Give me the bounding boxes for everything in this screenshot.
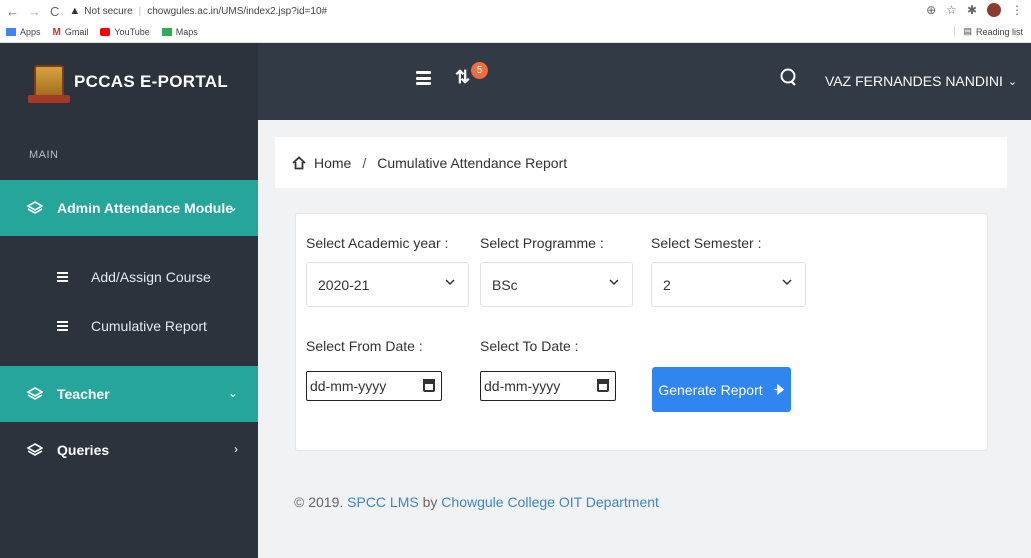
bookmark-maps[interactable]: Maps	[161, 27, 198, 37]
programme-label: Select Programme :	[480, 235, 604, 251]
calendar-icon[interactable]	[597, 379, 609, 392]
youtube-icon	[100, 28, 111, 36]
semester-value: 2	[663, 276, 671, 293]
home-icon	[292, 155, 306, 169]
profile-avatar[interactable]	[987, 3, 1001, 17]
browser-nav: ← → C	[0, 4, 59, 19]
sidebar-item-queries[interactable]: Queries ›	[0, 422, 258, 478]
sidebar-item-label: Queries	[57, 442, 110, 458]
forward-icon[interactable]: →	[28, 4, 41, 19]
chevron-down-icon	[445, 279, 455, 286]
chevron-down-icon: ⌄	[227, 386, 238, 400]
brand-title: PCCAS E-PORTAL	[74, 71, 229, 91]
college-logo	[28, 64, 70, 103]
generate-report-label: Generate Report	[658, 381, 763, 398]
apps-icon	[6, 28, 16, 36]
footer-by: by	[418, 494, 442, 510]
breadcrumb-current: Cumulative Attendance Report	[377, 154, 568, 171]
menu-icon[interactable]: ⋮	[1011, 3, 1023, 17]
semester-select[interactable]: 2	[651, 262, 806, 307]
maps-icon	[161, 28, 172, 36]
from-date-label: Select From Date :	[306, 338, 423, 354]
extensions-icon[interactable]: ✱	[967, 3, 977, 17]
zoom-icon[interactable]: ⊕	[926, 3, 936, 17]
user-menu[interactable]: VAZ FERNANDES NANDINI ⌄	[825, 73, 1017, 89]
footer-dept-link[interactable]: Chowgule College OIT Department	[441, 494, 659, 510]
breadcrumb-separator: /	[362, 154, 367, 171]
notification-badge: 5	[471, 62, 488, 79]
gmail-icon: M	[52, 26, 61, 38]
academic-year-select[interactable]: 2020-21	[306, 262, 469, 307]
user-name: VAZ FERNANDES NANDINI	[825, 73, 1003, 89]
address-bar[interactable]: ▲ Not secure | chowgules.ac.in/UMS/index…	[69, 5, 327, 17]
semester-label: Select Semester :	[651, 235, 762, 251]
report-form-card: Select Academic year : Select Programme …	[295, 213, 988, 451]
star-icon[interactable]: ☆	[946, 3, 957, 17]
list-icon	[57, 272, 73, 282]
sync-icon[interactable]: ⇅	[455, 67, 470, 88]
layers-icon	[27, 201, 43, 214]
bookmark-youtube[interactable]: YouTube	[100, 27, 150, 37]
sidebar-section-label: MAIN	[29, 149, 59, 161]
to-date-placeholder: dd-mm-yyyy	[484, 378, 561, 394]
to-date-label: Select To Date :	[480, 338, 579, 354]
breadcrumb: Home / Cumulative Attendance Report	[275, 137, 1007, 188]
reading-list[interactable]: ▤ Reading list	[954, 26, 1023, 37]
bookmark-gmail[interactable]: M Gmail	[53, 27, 89, 38]
sidebar-item-add-assign-course[interactable]: Add/Assign Course	[0, 253, 258, 301]
chat-icon[interactable]	[779, 68, 797, 86]
sidebar-item-label: Add/Assign Course	[91, 269, 211, 285]
chevron-down-icon	[609, 279, 619, 286]
from-date-placeholder: dd-mm-yyyy	[310, 378, 387, 394]
sidebar-item-label: Admin Attendance Module	[57, 200, 234, 216]
reload-icon[interactable]: C	[50, 4, 59, 19]
programme-value: BSc	[492, 276, 518, 293]
sidebar-item-cumulative-report[interactable]: Cumulative Report	[0, 302, 258, 350]
from-date-input[interactable]: dd-mm-yyyy	[306, 371, 442, 401]
layers-icon	[27, 387, 43, 400]
back-icon[interactable]: ←	[6, 4, 19, 19]
calendar-icon[interactable]	[423, 379, 435, 392]
url-text: chowgules.ac.in/UMS/index2.jsp?id=10#	[147, 5, 328, 17]
sidebar-item-label: Cumulative Report	[91, 318, 207, 334]
chevron-right-icon: ›	[234, 442, 238, 456]
programme-select[interactable]: BSc	[480, 262, 633, 307]
hamburger-menu-icon[interactable]	[416, 71, 431, 85]
not-secure-label: Not secure	[84, 5, 133, 17]
sidebar-item-admin-attendance[interactable]: Admin Attendance Module ⌄	[0, 180, 258, 236]
footer-lms-link[interactable]: SPCC LMS	[347, 494, 419, 510]
list-icon	[57, 321, 73, 331]
sidebar-item-teacher[interactable]: Teacher ⌄	[0, 366, 258, 422]
to-date-input[interactable]: dd-mm-yyyy	[480, 371, 616, 401]
academic-year-value: 2020-21	[318, 276, 370, 293]
generate-report-button[interactable]: Generate Report	[652, 367, 791, 412]
layers-icon	[27, 443, 43, 456]
chevron-down-icon: ⌄	[1007, 75, 1018, 88]
bookmarks-bar: Apps M Gmail YouTube Maps ▤ Reading list	[0, 22, 1031, 43]
bookmark-apps[interactable]: Apps	[6, 27, 41, 37]
warning-icon: ▲	[69, 5, 81, 17]
browser-toolbar: ← → C ▲ Not secure | chowgules.ac.in/UMS…	[0, 0, 1031, 22]
brand[interactable]: PCCAS E-PORTAL	[0, 43, 258, 120]
arrow-right-icon	[774, 384, 784, 395]
sidebar-item-label: Teacher	[57, 386, 110, 402]
chevron-down-icon: ⌄	[227, 200, 238, 214]
footer-prefix: © 2019.	[294, 494, 348, 510]
chevron-down-icon	[782, 279, 792, 286]
footer: © 2019. SPCC LMS by Chowgule College OIT…	[294, 494, 659, 510]
browser-actions: ⊕ ☆ ✱ ⋮	[926, 3, 1023, 17]
academic-year-label: Select Academic year :	[306, 235, 449, 251]
url-separator: |	[138, 5, 142, 17]
reading-list-icon: ▤	[963, 26, 972, 36]
breadcrumb-home[interactable]: Home	[314, 155, 351, 171]
app-header: PCCAS E-PORTAL ⇅ 5 VAZ FERNANDES NANDINI…	[0, 43, 1031, 120]
sidebar: MAIN Admin Attendance Module ⌄ Add/Assig…	[0, 120, 258, 558]
